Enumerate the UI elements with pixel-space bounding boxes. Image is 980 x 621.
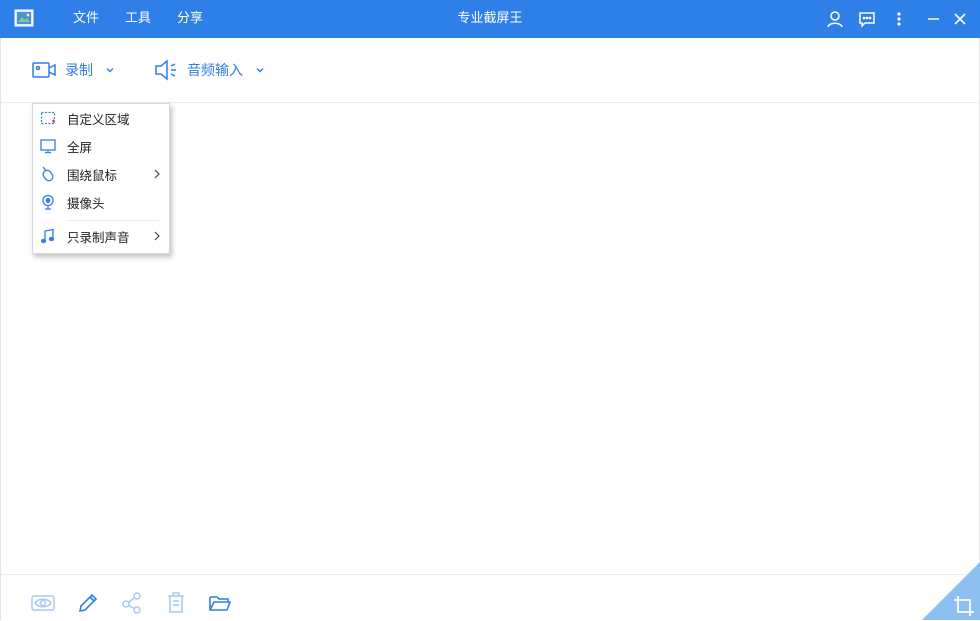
chevron-right-icon — [154, 169, 160, 179]
more-icon — [897, 12, 901, 26]
eye-icon — [31, 595, 55, 611]
bottom-bar — [1, 574, 979, 621]
monitor-icon — [40, 139, 56, 154]
menu-item-fullscreen[interactable]: 全屏 — [33, 133, 169, 159]
record-button[interactable]: 录制 — [31, 57, 115, 83]
menu-separator — [67, 220, 159, 221]
pencil-icon — [78, 593, 98, 613]
feedback-icon — [859, 12, 875, 28]
webcam-icon — [42, 194, 54, 210]
toolbar: 录制 音频输入 — [1, 38, 979, 103]
chevron-right-icon — [154, 231, 160, 241]
audio-input-label: 音频输入 — [187, 63, 243, 79]
menu-item-label: 自定义区域 — [67, 111, 130, 127]
chevron-down-icon — [256, 68, 264, 73]
mouse-icon — [42, 166, 54, 182]
video-camera-icon — [32, 62, 56, 78]
close-button[interactable] — [949, 8, 971, 30]
menu-item-label: 围绕鼠标 — [67, 167, 118, 183]
custom-region-icon — [40, 111, 56, 125]
menu-share[interactable]: 分享 — [164, 0, 216, 38]
trash-icon — [168, 592, 184, 613]
title-bar: 文件 工具 分享 专业截屏王 — [0, 0, 980, 38]
chevron-down-icon — [106, 68, 114, 73]
menu-item-webcam[interactable]: 摄像头 — [33, 189, 169, 215]
audio-input-button[interactable]: 音频输入 — [153, 57, 265, 83]
speaker-icon — [155, 59, 176, 81]
record-dropdown-menu: 自定义区域 全屏 围绕鼠标 摄像头 只录制声音 — [32, 103, 170, 254]
edit-button[interactable] — [76, 591, 100, 615]
menu-item-custom-region[interactable]: 自定义区域 — [33, 105, 169, 131]
menu-tools[interactable]: 工具 — [112, 0, 164, 38]
music-note-icon — [40, 228, 55, 244]
crop-corner-button[interactable] — [922, 562, 980, 620]
app-logo-icon — [14, 9, 34, 27]
menu-file[interactable]: 文件 — [60, 0, 112, 38]
close-icon — [954, 13, 966, 25]
more-button[interactable] — [888, 8, 910, 30]
menu-item-audio-only[interactable]: 只录制声音 — [33, 223, 169, 249]
user-icon — [827, 11, 843, 28]
menu-item-label: 摄像头 — [67, 195, 105, 211]
menu-item-label: 只录制声音 — [67, 229, 130, 245]
share-button[interactable] — [120, 591, 144, 615]
open-folder-button[interactable] — [208, 591, 232, 615]
minimize-icon — [928, 18, 939, 20]
share-icon — [122, 592, 141, 614]
minimize-button[interactable] — [922, 8, 944, 30]
feedback-button[interactable] — [856, 8, 878, 30]
menu-item-around-mouse[interactable]: 围绕鼠标 — [33, 161, 169, 187]
record-label: 录制 — [65, 63, 93, 79]
delete-button[interactable] — [164, 591, 188, 615]
user-button[interactable] — [824, 8, 846, 30]
menu-item-label: 全屏 — [67, 139, 93, 155]
folder-open-icon — [209, 596, 232, 611]
menu-bar: 文件 工具 分享 — [60, 0, 216, 38]
preview-button[interactable] — [31, 591, 55, 615]
